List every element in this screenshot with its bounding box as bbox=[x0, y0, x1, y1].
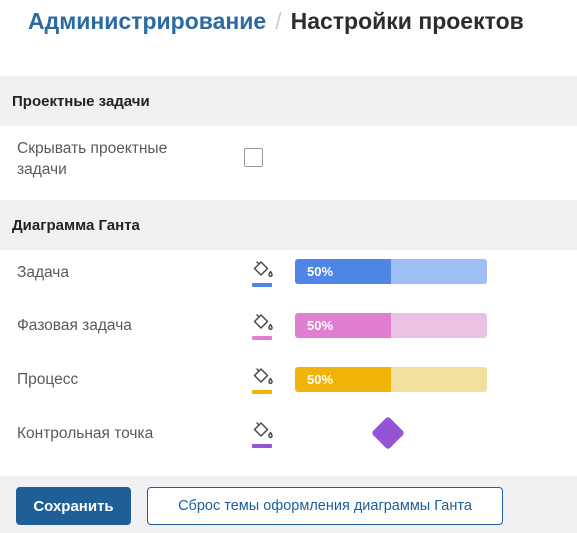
paint-bucket-icon[interactable] bbox=[249, 420, 275, 448]
paint-bucket-icon[interactable] bbox=[249, 366, 275, 394]
paint-bucket-icon-glyph bbox=[253, 368, 273, 385]
gantt-bar-percent: 50% bbox=[307, 318, 334, 333]
breadcrumb-admin-link[interactable]: Администрирование bbox=[28, 8, 266, 35]
paint-bucket-icon[interactable] bbox=[249, 259, 275, 287]
breadcrumb: Администрирование / Настройки проектов bbox=[28, 8, 524, 40]
gantt-row-label-milestone: Контрольная точка bbox=[17, 425, 154, 442]
paint-bucket-icon-glyph bbox=[253, 314, 273, 331]
section-header-project-tasks: Проектные задачи bbox=[0, 76, 577, 126]
paint-bucket-icon[interactable] bbox=[249, 312, 275, 340]
paint-bucket-icon-glyph bbox=[253, 261, 273, 278]
breadcrumb-separator: / bbox=[275, 8, 282, 34]
section-header-gantt: Диаграмма Ганта bbox=[0, 200, 577, 250]
gantt-bar-percent: 50% bbox=[307, 372, 334, 387]
gantt-row-label-process: Процесс bbox=[17, 371, 79, 388]
gantt-row-label-task: Задача bbox=[17, 264, 70, 281]
save-button[interactable]: Сохранить bbox=[16, 487, 131, 525]
color-swatch bbox=[252, 336, 272, 340]
gantt-bar-phase-task: 50% bbox=[295, 313, 487, 338]
gantt-bar-process: 50% bbox=[295, 367, 487, 392]
gantt-bar-percent: 50% bbox=[307, 264, 334, 279]
milestone-diamond-icon bbox=[371, 416, 405, 450]
gantt-bar-task: 50% bbox=[295, 259, 487, 284]
page-title: Настройки проектов bbox=[290, 8, 524, 34]
paint-bucket-icon-glyph bbox=[253, 422, 273, 439]
color-swatch bbox=[252, 444, 272, 448]
hide-project-tasks-checkbox[interactable] bbox=[244, 148, 263, 167]
gantt-row-label-phase-task: Фазовая задача bbox=[17, 317, 132, 334]
hide-project-tasks-label: Скрывать проектные задачи bbox=[17, 140, 168, 178]
reset-gantt-theme-button[interactable]: Сброс темы оформления диаграммы Ганта bbox=[147, 487, 503, 525]
color-swatch bbox=[252, 283, 272, 287]
color-swatch bbox=[252, 390, 272, 394]
